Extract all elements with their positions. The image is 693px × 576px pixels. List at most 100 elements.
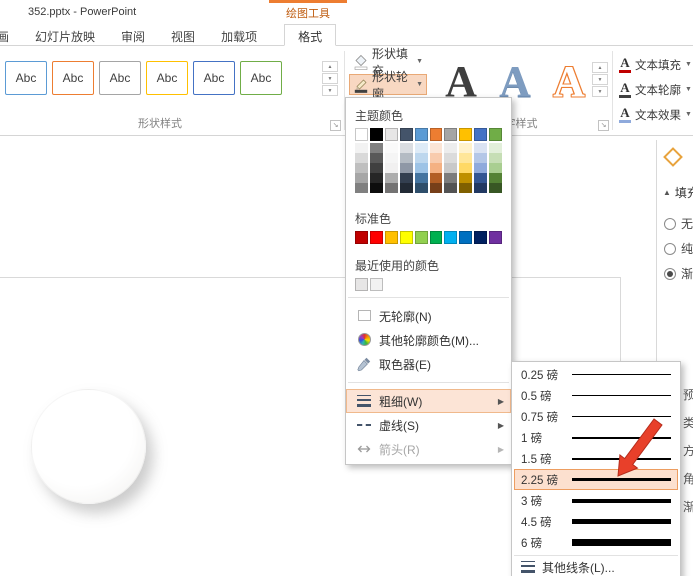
theme-tint-swatch[interactable]: [444, 153, 457, 163]
gallery-more-icon[interactable]: ▼: [322, 85, 338, 96]
theme-tint-swatch[interactable]: [400, 163, 413, 173]
theme-tint-swatch[interactable]: [355, 153, 368, 163]
gallery-scroll-down-icon[interactable]: ▼: [592, 74, 608, 85]
fill-option-radio[interactable]: 渐: [664, 265, 693, 282]
theme-tint-swatch[interactable]: [430, 173, 443, 183]
theme-tint-swatch[interactable]: [430, 153, 443, 163]
theme-tint-swatch[interactable]: [355, 143, 368, 153]
theme-color-swatch[interactable]: [415, 128, 428, 141]
recent-color-swatch[interactable]: [355, 278, 368, 291]
theme-tint-swatch[interactable]: [430, 163, 443, 173]
theme-color-swatch[interactable]: [474, 128, 487, 141]
theme-tint-swatch[interactable]: [355, 173, 368, 183]
theme-tint-swatch[interactable]: [415, 143, 428, 153]
standard-color-swatch[interactable]: [430, 231, 443, 244]
theme-tint-swatch[interactable]: [489, 153, 502, 163]
theme-tint-swatch[interactable]: [400, 153, 413, 163]
theme-tint-swatch[interactable]: [355, 163, 368, 173]
gallery-scroll-down-icon[interactable]: ▼: [322, 73, 338, 84]
theme-tint-swatch[interactable]: [444, 143, 457, 153]
shape-style-thumbnail[interactable]: Abc: [99, 61, 141, 95]
shape-style-thumbnail[interactable]: Abc: [240, 61, 282, 95]
theme-tint-swatch[interactable]: [430, 183, 443, 193]
line-weight-item[interactable]: 0.5 磅: [514, 385, 678, 406]
theme-tint-swatch[interactable]: [415, 153, 428, 163]
standard-color-swatch[interactable]: [459, 231, 472, 244]
fill-option-radio[interactable]: 无: [664, 215, 693, 232]
ribbon-tab[interactable]: 画: [0, 24, 22, 45]
standard-color-swatch[interactable]: [489, 231, 502, 244]
theme-color-swatch[interactable]: [459, 128, 472, 141]
standard-color-swatch[interactable]: [400, 231, 413, 244]
theme-tint-swatch[interactable]: [400, 183, 413, 193]
theme-tint-swatch[interactable]: [474, 163, 487, 173]
shape-style-thumbnail[interactable]: Abc: [146, 61, 188, 95]
theme-tint-swatch[interactable]: [459, 183, 472, 193]
theme-tint-swatch[interactable]: [415, 183, 428, 193]
theme-color-swatch[interactable]: [430, 128, 443, 141]
line-weight-item[interactable]: 4.5 磅: [514, 511, 678, 532]
theme-color-swatch[interactable]: [444, 128, 457, 141]
theme-tint-swatch[interactable]: [385, 143, 398, 153]
theme-tint-swatch[interactable]: [489, 143, 502, 153]
dialog-launcher-icon[interactable]: ↘: [598, 120, 609, 131]
theme-tint-swatch[interactable]: [459, 163, 472, 173]
oval-shape[interactable]: [31, 389, 146, 504]
ribbon-tab-format[interactable]: 格式: [284, 24, 336, 46]
theme-tint-swatch[interactable]: [430, 143, 443, 153]
no-outline-menu-item[interactable]: 无轮廓(N): [346, 304, 511, 328]
ribbon-tab[interactable]: 视图: [158, 24, 208, 45]
shape-style-thumbnail[interactable]: Abc: [193, 61, 235, 95]
dashes-menu-item[interactable]: 虚线(S)▶: [346, 413, 511, 437]
ribbon-tab[interactable]: 幻灯片放映: [22, 24, 108, 45]
text-outline-button[interactable]: A文本轮廓▼: [618, 77, 693, 102]
theme-tint-swatch[interactable]: [474, 153, 487, 163]
theme-color-swatch[interactable]: [400, 128, 413, 141]
theme-tint-swatch[interactable]: [370, 183, 383, 193]
theme-tint-swatch[interactable]: [385, 153, 398, 163]
shape-outline-button[interactable]: 形状轮廓 ▼: [349, 74, 427, 95]
theme-color-swatch[interactable]: [370, 128, 383, 141]
theme-tint-swatch[interactable]: [459, 153, 472, 163]
more-colors-menu-item[interactable]: 其他轮廓颜色(M)...: [346, 328, 511, 352]
theme-tint-swatch[interactable]: [385, 183, 398, 193]
standard-color-swatch[interactable]: [474, 231, 487, 244]
theme-tint-swatch[interactable]: [444, 163, 457, 173]
theme-tint-swatch[interactable]: [400, 143, 413, 153]
theme-tint-swatch[interactable]: [489, 183, 502, 193]
theme-tint-swatch[interactable]: [474, 183, 487, 193]
theme-tint-swatch[interactable]: [415, 163, 428, 173]
line-weight-item[interactable]: 6 磅: [514, 532, 678, 553]
theme-tint-swatch[interactable]: [370, 153, 383, 163]
theme-color-swatch[interactable]: [385, 128, 398, 141]
theme-tint-swatch[interactable]: [459, 143, 472, 153]
standard-color-swatch[interactable]: [415, 231, 428, 244]
line-weight-item[interactable]: 3 磅: [514, 490, 678, 511]
ribbon-tab[interactable]: 加载项: [208, 24, 270, 45]
fill-and-line-icon[interactable]: [663, 147, 683, 167]
eyedropper-menu-item[interactable]: 取色器(E): [346, 352, 511, 376]
theme-tint-swatch[interactable]: [459, 173, 472, 183]
theme-tint-swatch[interactable]: [489, 163, 502, 173]
fill-option-radio[interactable]: 纯: [664, 240, 693, 257]
theme-tint-swatch[interactable]: [489, 173, 502, 183]
shape-style-thumbnail[interactable]: Abc: [52, 61, 94, 95]
theme-tint-swatch[interactable]: [474, 143, 487, 153]
theme-tint-swatch[interactable]: [370, 143, 383, 153]
shape-style-thumbnail[interactable]: Abc: [5, 61, 47, 95]
theme-tint-swatch[interactable]: [444, 173, 457, 183]
line-weight-item[interactable]: 0.25 磅: [514, 364, 678, 385]
recent-color-swatch[interactable]: [370, 278, 383, 291]
standard-color-swatch[interactable]: [355, 231, 368, 244]
more-lines-item[interactable]: 其他线条(L)...: [514, 555, 678, 576]
standard-color-swatch[interactable]: [370, 231, 383, 244]
ribbon-tab[interactable]: 审阅: [108, 24, 158, 45]
theme-color-swatch[interactable]: [489, 128, 502, 141]
theme-tint-swatch[interactable]: [385, 163, 398, 173]
standard-color-swatch[interactable]: [444, 231, 457, 244]
theme-tint-swatch[interactable]: [385, 173, 398, 183]
theme-tint-swatch[interactable]: [400, 173, 413, 183]
text-fill-button[interactable]: A文本填充▼: [618, 52, 693, 77]
gallery-scroll-up-icon[interactable]: ▲: [322, 61, 338, 72]
theme-tint-swatch[interactable]: [370, 163, 383, 173]
